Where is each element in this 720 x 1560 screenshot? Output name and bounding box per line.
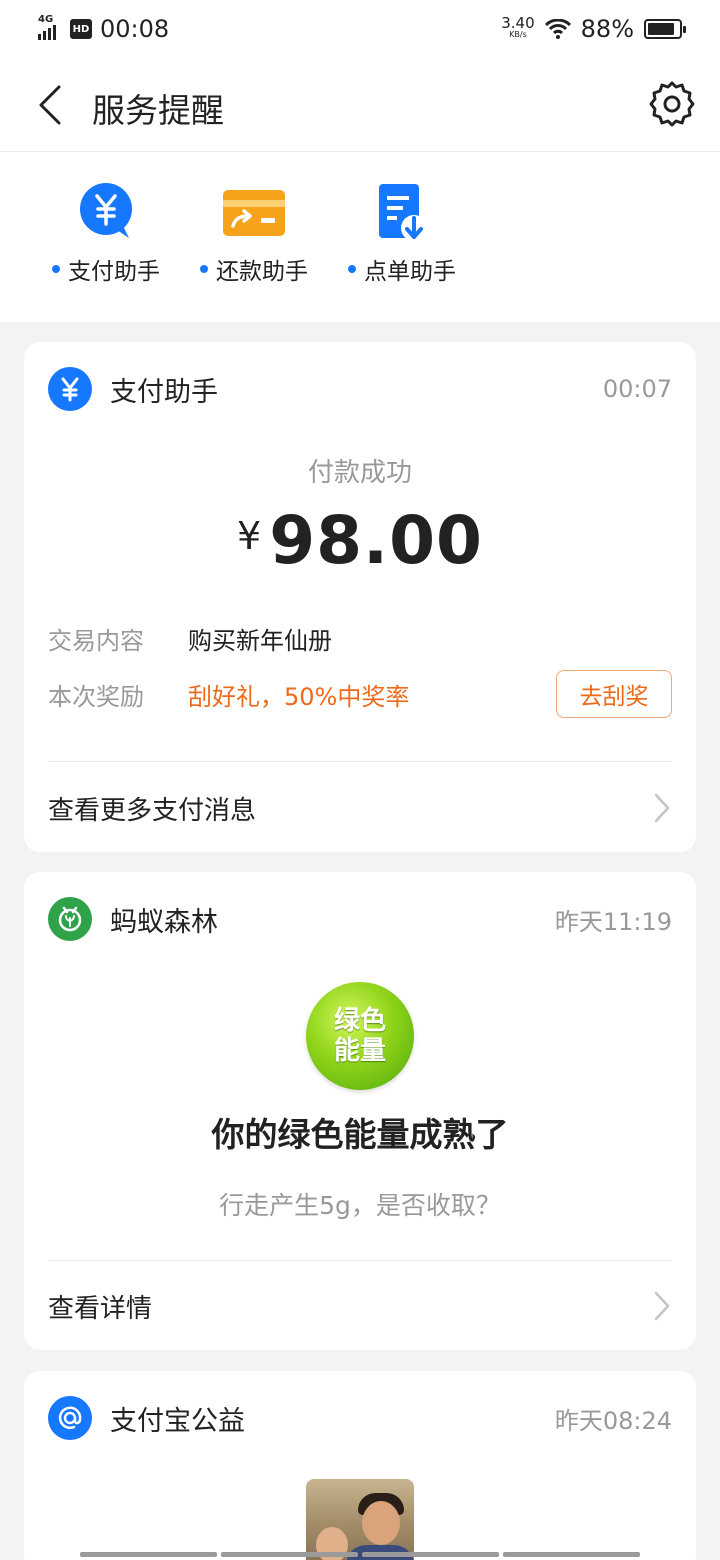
unread-dot	[348, 265, 356, 273]
speed-value: 3.40	[501, 14, 535, 32]
scroll-indicator	[80, 1552, 640, 1557]
battery-percent: 88%	[580, 15, 634, 43]
hd-badge: HD	[70, 19, 92, 39]
card-header: 支付助手 00:07	[48, 366, 672, 412]
sender-name: 蚂蚁森林	[110, 906, 218, 938]
assistant-shortcuts: 支付助手 还款助手 点单助手	[0, 152, 720, 322]
signal-icon: 4G	[38, 14, 62, 40]
shortcut-order-assistant[interactable]: 点单助手	[332, 182, 472, 292]
card-header: 蚂蚁森林 昨天11:19	[48, 896, 672, 942]
status-bar: 4G HD 00:08 3.40 KB/s 88%	[0, 0, 720, 58]
shortcut-payment-assistant[interactable]: 支付助手	[36, 182, 176, 292]
charity-avatar	[48, 1396, 92, 1440]
status-time: 00:08	[100, 15, 170, 43]
green-energy-ball[interactable]: 绿色 能量	[306, 982, 414, 1090]
divider	[48, 1260, 672, 1261]
unread-dot	[200, 265, 208, 273]
speed-unit: KB/s	[509, 30, 527, 39]
view-details-link[interactable]: 查看详情	[48, 1276, 672, 1336]
more-link-label: 查看详情	[48, 1293, 153, 1324]
message-time: 昨天08:24	[554, 1406, 672, 1435]
detail-key: 交易内容	[48, 626, 144, 655]
detail-row-content: 交易内容 购买新年仙册	[48, 618, 672, 658]
network-speed: 3.40 KB/s	[501, 14, 535, 41]
ant-forest-notification-card[interactable]: 蚂蚁森林 昨天11:19 绿色 能量 你的绿色能量成熟了 行走产生5g，是否收取…	[24, 872, 696, 1350]
payment-assistant-avatar	[48, 367, 92, 411]
card-header: 支付宝公益 昨天08:24	[48, 1395, 672, 1441]
currency-symbol: ¥	[237, 514, 262, 558]
payment-amount: ¥98.00	[24, 502, 696, 579]
payment-status: 付款成功	[307, 458, 412, 488]
energy-ball-text-line2: 能量	[333, 1036, 386, 1066]
scratch-prize-button[interactable]: 去刮奖	[556, 670, 672, 718]
detail-value: 购买新年仙册	[188, 626, 332, 655]
shortcut-label: 点单助手	[364, 259, 456, 285]
order-download-icon	[379, 184, 427, 241]
message-time: 00:07	[602, 375, 672, 403]
more-payment-messages-link[interactable]: 查看更多支付消息	[48, 778, 672, 838]
alipay-charity-notification-card[interactable]: 支付宝公益 昨天08:24	[24, 1371, 696, 1560]
energy-title: 你的绿色能量成熟了	[211, 1115, 509, 1154]
amount-value: 98.00	[269, 502, 483, 579]
ant-forest-avatar	[48, 897, 92, 941]
chevron-right-icon	[654, 793, 670, 823]
charity-photo	[306, 1479, 414, 1560]
chevron-left-icon	[39, 85, 61, 125]
sender-name: 支付助手	[110, 376, 218, 408]
message-time: 昨天11:19	[554, 907, 672, 936]
shortcut-repayment-assistant[interactable]: 还款助手	[184, 182, 324, 292]
nav-bar: 服务提醒	[0, 58, 720, 152]
chevron-right-icon	[654, 1291, 670, 1321]
payment-notification-card[interactable]: 支付助手 00:07 付款成功 ¥98.00 交易内容 购买新年仙册 本次奖励 …	[24, 342, 696, 852]
reward-value: 刮好礼，50%中奖率	[188, 682, 410, 711]
shortcut-label: 还款助手	[216, 259, 308, 285]
wifi-icon	[544, 19, 571, 39]
energy-subtitle: 行走产生5g，是否收取？	[219, 1191, 501, 1220]
at-sign-icon	[58, 1406, 82, 1429]
battery-icon	[644, 19, 686, 39]
more-link-label: 查看更多支付消息	[48, 795, 257, 826]
energy-ball-text-line1: 绿色	[333, 1006, 386, 1036]
yuan-bubble-icon	[80, 183, 132, 238]
back-button[interactable]	[30, 80, 70, 130]
detail-key: 本次奖励	[48, 682, 144, 711]
shortcut-label: 支付助手	[68, 259, 160, 285]
divider	[48, 761, 672, 762]
detail-row-reward: 本次奖励 刮好礼，50%中奖率 去刮奖	[48, 670, 672, 718]
page-title: 服务提醒	[92, 91, 224, 130]
network-type: 4G	[38, 14, 54, 25]
card-repay-icon	[223, 190, 285, 236]
ant-forest-icon	[58, 906, 82, 932]
sender-name: 支付宝公益	[110, 1405, 245, 1437]
gear-icon[interactable]	[648, 80, 696, 128]
unread-dot	[52, 265, 60, 273]
yuan-icon	[61, 377, 79, 402]
